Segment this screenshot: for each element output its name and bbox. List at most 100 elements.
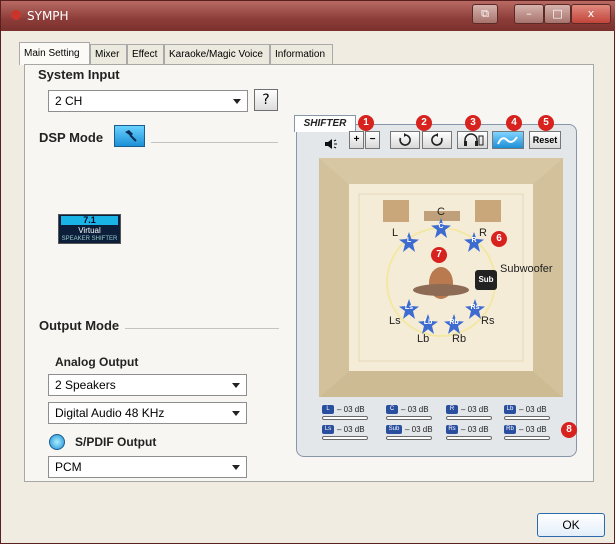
tab-information[interactable]: Information bbox=[270, 44, 333, 64]
rotate-ccw-icon bbox=[431, 133, 443, 146]
app-icon bbox=[11, 10, 21, 20]
window-title: SYMPH bbox=[27, 9, 69, 23]
tab-main-setting[interactable]: Main Setting bbox=[19, 42, 90, 65]
tab-effect[interactable]: Effect bbox=[127, 44, 164, 64]
rotate-counterclockwise-button[interactable] bbox=[422, 131, 452, 149]
subwoofer-label: Subwoofer bbox=[500, 263, 553, 275]
speakers-select[interactable]: 2 Speakers bbox=[48, 374, 247, 396]
level-l-slider[interactable] bbox=[322, 416, 368, 420]
level-rb-slider[interactable] bbox=[504, 436, 550, 440]
system-input-select[interactable]: 2 CH bbox=[48, 90, 248, 112]
badge-2: 2 bbox=[416, 115, 432, 131]
level-ls-slider[interactable] bbox=[322, 436, 368, 440]
level-sub-slider[interactable] bbox=[386, 436, 432, 440]
chevron-down-icon bbox=[233, 99, 241, 104]
level-sub-text: – 03 dB bbox=[405, 425, 433, 434]
zoom-out-button[interactable]: − bbox=[365, 131, 380, 149]
level-lb[interactable]: Lb – 03 dB bbox=[504, 405, 550, 421]
maximize-button[interactable]: □ bbox=[544, 4, 571, 24]
title-bar[interactable]: SYMPH ⧉ – □ x bbox=[1, 1, 615, 31]
headphone-button[interactable] bbox=[457, 131, 488, 149]
level-rs-slider[interactable] bbox=[446, 436, 492, 440]
dsp-divider bbox=[151, 142, 278, 143]
room-walls bbox=[319, 158, 563, 397]
badge-3: 3 bbox=[465, 115, 481, 131]
speaker-l-label: L bbox=[392, 227, 399, 239]
analog-output-heading: Analog Output bbox=[55, 355, 139, 369]
speaker-rs-code: Rs bbox=[470, 304, 480, 311]
rotate-clockwise-button[interactable] bbox=[390, 131, 420, 149]
minimize-button[interactable]: – bbox=[514, 4, 544, 24]
level-ls[interactable]: Ls – 03 dB bbox=[322, 425, 368, 441]
level-rb-chip: Rb bbox=[504, 425, 516, 434]
close-button[interactable]: x bbox=[571, 4, 611, 24]
level-sub-chip: Sub bbox=[386, 425, 402, 434]
speaker-rb-code: Rb bbox=[449, 319, 459, 326]
digital-audio-value: Digital Audio 48 KHz bbox=[55, 406, 165, 420]
output-mode-heading: Output Mode bbox=[39, 318, 120, 333]
level-c-chip: C bbox=[386, 405, 398, 414]
speaker-r-label: R bbox=[479, 227, 487, 239]
level-c-slider[interactable] bbox=[386, 416, 432, 420]
zoom-in-button[interactable]: + bbox=[349, 131, 364, 149]
speaker-l[interactable]: L bbox=[399, 232, 419, 252]
badge-1: 1 bbox=[358, 115, 374, 131]
speaker-rs-label: Rs bbox=[481, 315, 495, 327]
level-lb-chip: Lb bbox=[504, 405, 516, 414]
virtual-7-1-badge: 7.1 Virtual SPEAKER SHIFTER bbox=[58, 214, 121, 244]
restore-button[interactable]: ⧉ bbox=[472, 4, 498, 24]
speaker-lb-code: Lb bbox=[423, 319, 433, 326]
level-c[interactable]: C – 03 dB bbox=[386, 405, 432, 421]
level-rb[interactable]: Rb – 03 dB bbox=[504, 425, 550, 441]
badge-5: 5 bbox=[538, 115, 554, 131]
speaker-ls[interactable]: Ls bbox=[399, 299, 419, 319]
level-c-text: – 03 dB bbox=[401, 405, 429, 414]
level-rs[interactable]: Rs – 03 dB bbox=[446, 425, 492, 441]
speaker-ls-code: Ls bbox=[404, 304, 414, 311]
chevron-down-icon bbox=[232, 465, 240, 470]
level-l-chip: L bbox=[322, 405, 334, 414]
level-r-chip: R bbox=[446, 405, 458, 414]
speaker-shift-button[interactable] bbox=[492, 131, 524, 149]
spdif-select[interactable]: PCM bbox=[48, 456, 247, 478]
tab-karaoke[interactable]: Karaoke/Magic Voice bbox=[164, 44, 270, 64]
output-divider bbox=[125, 328, 279, 329]
wave-icon bbox=[497, 136, 518, 145]
shifter-tab[interactable]: SHIFTER bbox=[294, 115, 356, 132]
level-rs-text: – 03 dB bbox=[461, 425, 489, 434]
rotate-cw-icon bbox=[399, 133, 411, 146]
speaker-l-code: L bbox=[406, 237, 412, 244]
level-l[interactable]: L – 03 dB bbox=[322, 405, 368, 421]
speaker-rb-label: Rb bbox=[452, 333, 467, 345]
subwoofer-speaker[interactable]: Sub bbox=[475, 270, 497, 290]
level-r-slider[interactable] bbox=[446, 416, 492, 420]
speaker-lb[interactable]: Lb bbox=[418, 314, 438, 334]
hammer-icon bbox=[125, 130, 137, 142]
chevron-down-icon bbox=[232, 383, 240, 388]
level-ls-chip: Ls bbox=[322, 425, 334, 434]
level-lb-slider[interactable] bbox=[504, 416, 550, 420]
speaker-volume-icon bbox=[324, 135, 338, 149]
speakers-value: 2 Speakers bbox=[55, 378, 116, 392]
speaker-room bbox=[319, 158, 563, 397]
speaker-rb[interactable]: Rb bbox=[444, 314, 464, 334]
spdif-label: S/PDIF Output bbox=[75, 435, 157, 449]
system-input-heading: System Input bbox=[38, 67, 120, 82]
ok-button[interactable]: OK bbox=[537, 513, 605, 537]
level-r[interactable]: R – 03 dB bbox=[446, 405, 492, 421]
speaker-c-code: C bbox=[438, 223, 444, 230]
speaker-c-label: C bbox=[437, 206, 445, 218]
headphone-icon bbox=[463, 133, 483, 146]
level-l-text: – 03 dB bbox=[337, 405, 365, 414]
help-button[interactable]: ? bbox=[254, 89, 278, 111]
tab-mixer[interactable]: Mixer bbox=[90, 44, 127, 64]
digital-audio-select[interactable]: Digital Audio 48 KHz bbox=[48, 402, 247, 424]
reset-button[interactable]: Reset bbox=[529, 131, 561, 149]
spdif-toggle[interactable] bbox=[49, 434, 65, 450]
dsp-toggle-button[interactable] bbox=[114, 125, 145, 147]
level-sub[interactable]: Sub – 03 dB bbox=[386, 425, 433, 441]
speaker-c[interactable]: C bbox=[431, 218, 451, 238]
badge-6: 6 bbox=[491, 231, 507, 247]
level-r-text: – 03 dB bbox=[461, 405, 489, 414]
badge-7: 7 bbox=[431, 247, 447, 263]
